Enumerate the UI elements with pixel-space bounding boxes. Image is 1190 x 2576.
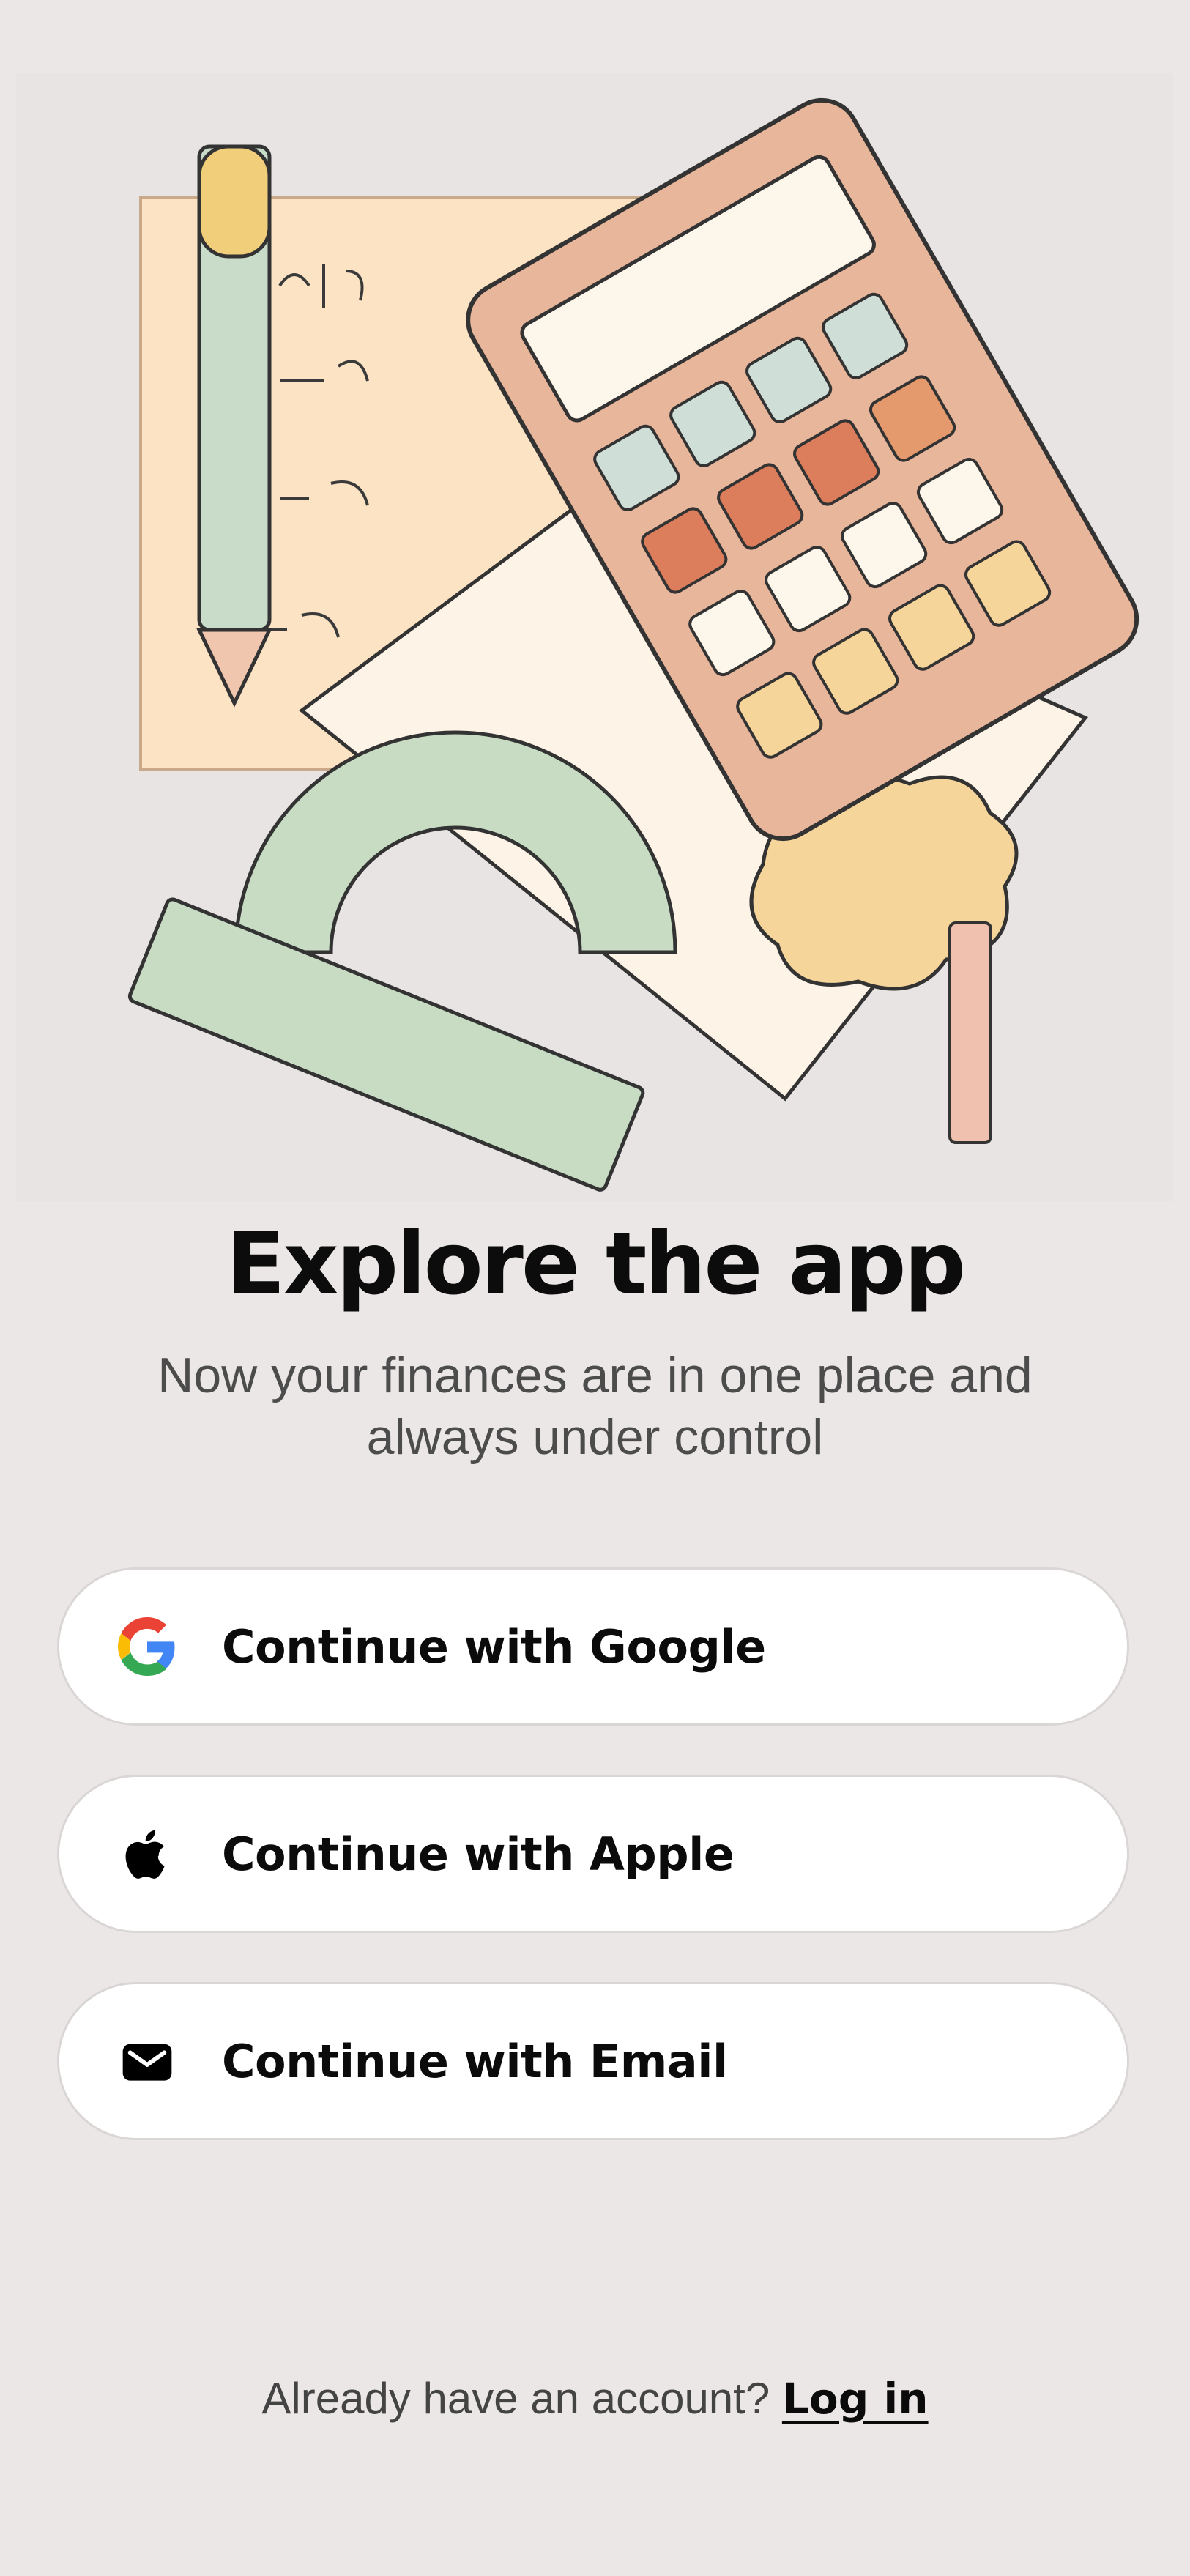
login-prompt-text: Already have an account? <box>261 2374 770 2423</box>
continue-with-google-button[interactable]: Continue with Google <box>57 1567 1129 1726</box>
google-button-label: Continue with Google <box>222 1619 766 1674</box>
login-link[interactable]: Log in <box>782 2374 929 2424</box>
login-prompt: Already have an account? Log in <box>0 2373 1190 2424</box>
email-icon <box>118 2032 176 2090</box>
apple-icon <box>118 1825 176 1883</box>
page-title: Explore the app <box>226 1213 966 1314</box>
apple-button-label: Continue with Apple <box>222 1827 735 1881</box>
hero-illustration <box>16 73 1173 1201</box>
email-button-label: Continue with Email <box>222 2034 728 2088</box>
google-icon <box>118 1617 176 1676</box>
page-subtitle: Now your finances are in one place and a… <box>157 1348 1033 1465</box>
continue-with-apple-button[interactable]: Continue with Apple <box>57 1775 1129 1933</box>
continue-with-email-button[interactable]: Continue with Email <box>57 1982 1129 2140</box>
